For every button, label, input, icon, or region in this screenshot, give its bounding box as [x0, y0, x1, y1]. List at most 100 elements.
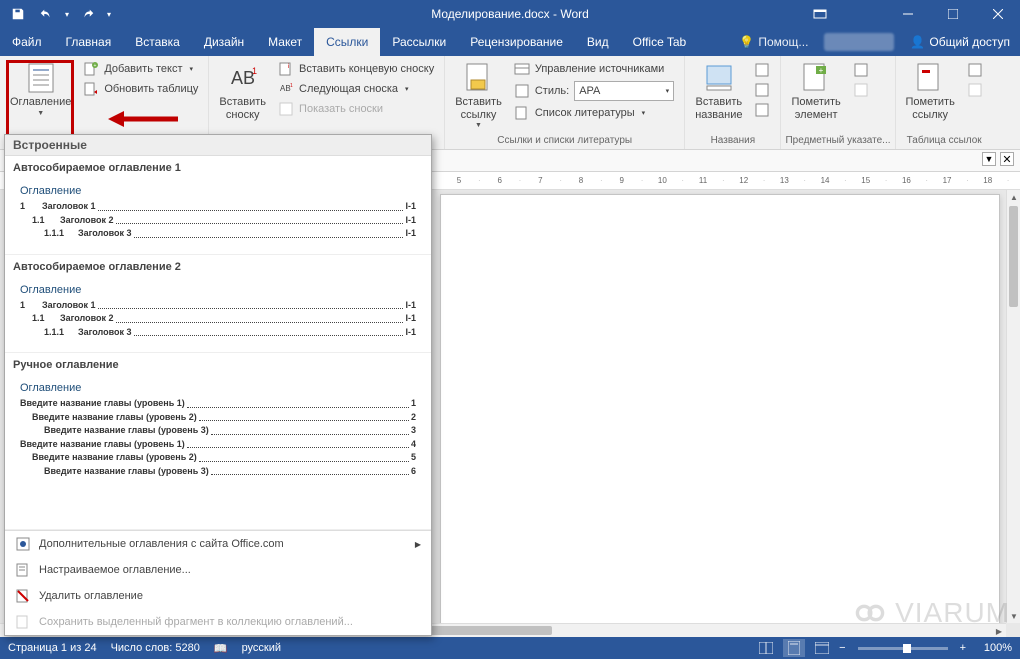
idx-opt2 [851, 81, 871, 99]
qat-dropdown[interactable]: ▾ [62, 10, 72, 19]
scroll-right-icon[interactable]: ▶ [992, 624, 1006, 637]
insert-footnote-button[interactable]: AB1 Вставить сноску [213, 58, 272, 121]
tab-review[interactable]: Рецензирование [458, 28, 575, 56]
tab-layout[interactable]: Макет [256, 28, 314, 56]
manage-icon [514, 61, 530, 77]
tab-design[interactable]: Дизайн [192, 28, 256, 56]
save-selection-toc: Сохранить выделенный фрагмент в коллекци… [5, 609, 431, 635]
custom-toc-icon [15, 562, 31, 578]
minimize-button[interactable] [885, 0, 930, 28]
tab-officetab[interactable]: Office Tab [621, 28, 699, 56]
scroll-up-icon[interactable]: ▲ [1007, 190, 1020, 204]
gallery-header: Встроенные [5, 135, 431, 156]
share-icon: 👤 [910, 35, 925, 49]
vertical-scrollbar[interactable]: ▲ ▼ [1006, 190, 1020, 623]
gallery-auto2-preview[interactable]: Оглавление 1Заголовок 1I-1 1.1Заголовок … [11, 277, 425, 347]
zoom-in[interactable]: + [960, 642, 966, 654]
redo-icon[interactable] [76, 2, 100, 26]
footnote-icon: AB1 [227, 62, 259, 94]
ribbon-display-icon[interactable] [800, 0, 840, 28]
ribbon-tabs: Файл Главная Вставка Дизайн Макет Ссылки… [0, 28, 1020, 56]
status-page[interactable]: Страница 1 из 24 [8, 642, 97, 654]
chevron-down-icon: ▼ [37, 110, 44, 117]
caption-icon [703, 62, 735, 94]
manage-sources[interactable]: Управление источниками [512, 60, 676, 78]
close-button[interactable] [975, 0, 1020, 28]
tell-me[interactable]: 💡Помощ... [729, 35, 818, 49]
svg-text:+: + [819, 66, 824, 75]
caption-opt2[interactable] [752, 81, 772, 99]
zoom-slider[interactable] [858, 647, 948, 650]
mark-cite-icon [914, 62, 946, 94]
remove-toc-icon [15, 588, 31, 604]
custom-toc[interactable]: Настраиваемое оглавление... [5, 557, 431, 583]
toc-button[interactable]: Оглавление ▼ [4, 58, 77, 117]
tab-mailings[interactable]: Рассылки [380, 28, 458, 56]
status-language[interactable]: русский [242, 642, 281, 654]
svg-text:i: i [288, 64, 289, 70]
gallery-auto2-title: Автособираемое оглавление 2 [11, 257, 425, 277]
zoom-level[interactable]: 100% [972, 642, 1012, 654]
mark-entry-icon: + [800, 62, 832, 94]
mark-entry-button[interactable]: + Пометить элемент [785, 58, 846, 121]
scroll-down-icon[interactable]: ▼ [1007, 609, 1020, 623]
next-footnote[interactable]: AB1Следующая сноска▾ [276, 80, 436, 98]
zoom-thumb[interactable] [903, 644, 911, 653]
zoom-out[interactable]: − [839, 642, 845, 654]
status-words[interactable]: Число слов: 5280 [111, 642, 200, 654]
save-icon[interactable] [6, 2, 30, 26]
caption-opt3[interactable] [752, 101, 772, 119]
print-layout-icon[interactable] [783, 639, 805, 657]
auth-opt2 [965, 81, 985, 99]
share-button[interactable]: 👤Общий доступ [900, 35, 1020, 49]
toc-icon [25, 62, 57, 94]
save-toc-icon [15, 614, 31, 630]
maximize-button[interactable] [930, 0, 975, 28]
undo-icon[interactable] [34, 2, 58, 26]
tab-view[interactable]: Вид [575, 28, 621, 56]
auth-opt1[interactable] [965, 61, 985, 79]
window-title: Моделирование.docx - Word [431, 7, 589, 21]
title-bar: ▾ ▾ Моделирование.docx - Word [0, 0, 1020, 28]
bib-icon [514, 105, 530, 121]
insert-citation-button[interactable]: Вставить ссылку ▼ [449, 58, 508, 129]
qat-customize[interactable]: ▾ [104, 10, 114, 19]
idx-opt1[interactable] [851, 61, 871, 79]
status-proofing-icon[interactable]: 📖 [214, 642, 228, 655]
read-mode-icon[interactable] [755, 639, 777, 657]
update-table-button[interactable]: Обновить таблицу [81, 80, 200, 98]
chevron-down-icon: ▼ [475, 122, 482, 129]
status-bar: Страница 1 из 24 Число слов: 5280 📖 русс… [0, 637, 1020, 659]
bulb-icon: 💡 [739, 35, 754, 49]
account-blur [824, 33, 894, 51]
toc-gallery: Встроенные Автособираемое оглавление 1 О… [4, 134, 432, 636]
endnote-icon: i [278, 61, 294, 77]
office-icon [15, 536, 31, 552]
tab-home[interactable]: Главная [54, 28, 124, 56]
tab-references[interactable]: Ссылки [314, 28, 380, 56]
style-combo[interactable]: APA▾ [574, 81, 674, 101]
tab-insert[interactable]: Вставка [123, 28, 192, 56]
gallery-manual-preview[interactable]: Оглавление Введите название главы (урове… [11, 375, 425, 485]
tab-file[interactable]: Файл [0, 28, 54, 56]
gallery-auto1-title: Автособираемое оглавление 1 [11, 158, 425, 178]
mark-citation-button[interactable]: Пометить ссылку [900, 58, 961, 121]
web-layout-icon[interactable] [811, 639, 833, 657]
add-text-button[interactable]: +Добавить текст▾ [81, 60, 200, 78]
bibliography[interactable]: Список литературы▾ [512, 104, 676, 122]
svg-text:1: 1 [252, 66, 257, 76]
next-footnote-icon: AB1 [278, 81, 294, 97]
more-from-office[interactable]: Дополнительные оглавления с сайта Office… [5, 531, 431, 557]
gallery-auto1-preview[interactable]: Оглавление 1Заголовок 1I-1 1.1Заголовок … [11, 178, 425, 248]
gallery-manual-title: Ручное оглавление [11, 355, 425, 375]
style-select[interactable]: Стиль: APA▾ [512, 80, 676, 102]
doc-tab-dropdown[interactable]: ▼ [982, 152, 996, 166]
insert-endnote[interactable]: iВставить концевую сноску [276, 60, 436, 78]
scroll-thumb[interactable] [1009, 206, 1018, 307]
doc-tab-close[interactable]: ✕ [1000, 152, 1014, 166]
remove-toc[interactable]: Удалить оглавление [5, 583, 431, 609]
caption-opt1[interactable] [752, 61, 772, 79]
style-icon [514, 83, 530, 99]
page[interactable] [440, 194, 1000, 637]
insert-caption-button[interactable]: Вставить название [689, 58, 748, 121]
